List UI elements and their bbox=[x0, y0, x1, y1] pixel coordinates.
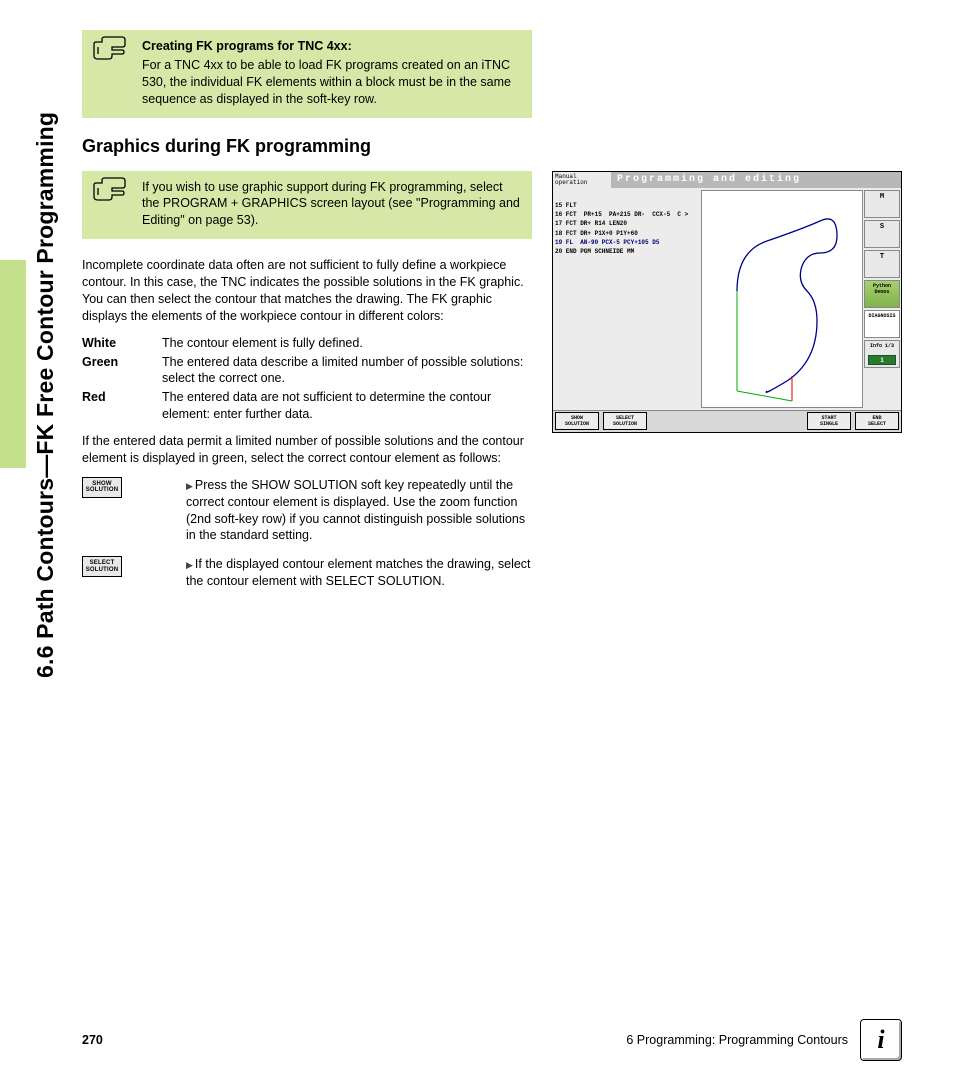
softkey-show-solution[interactable]: SHOWSOLUTION bbox=[82, 477, 122, 498]
info-icon[interactable]: Info 1/3 1 bbox=[864, 340, 900, 368]
page-number: 270 bbox=[82, 1033, 103, 1047]
note-title: Creating FK programs for TNC 4xx: bbox=[142, 38, 520, 55]
color-definitions: White The contour element is fully defin… bbox=[82, 335, 532, 423]
chapter-title: 6 Programming: Programming Contours bbox=[626, 1033, 848, 1047]
program-listing: 15 FLT 16 FCT PR+15 PA+215 DR- CCX-5 C >… bbox=[555, 192, 697, 266]
def-text: The entered data are not sufficient to d… bbox=[162, 389, 532, 423]
fk-graphic-panel bbox=[701, 190, 863, 408]
side-tab bbox=[0, 260, 26, 468]
m-icon[interactable]: M bbox=[864, 190, 900, 218]
def-term: Green bbox=[82, 354, 162, 388]
step-text: Press the SHOW SOLUTION soft key repeate… bbox=[186, 478, 525, 543]
arrow-icon: ▶ bbox=[186, 559, 193, 571]
tnc-screenshot: Manualoperation Programming and editing … bbox=[552, 171, 902, 433]
section-heading: Graphics during FK programming bbox=[82, 136, 902, 157]
python-icon[interactable]: PythonDemos bbox=[864, 280, 900, 308]
right-icons-column: M S T PythonDemos DIAGNOSIS Info 1/3 1 bbox=[864, 190, 900, 368]
def-row: Red The entered data are not sufficient … bbox=[82, 389, 532, 423]
def-text: The entered data describe a limited numb… bbox=[162, 354, 532, 388]
screen-title: Programming and editing bbox=[611, 172, 901, 188]
info-button[interactable]: i bbox=[860, 1019, 902, 1061]
page-footer: 270 6 Programming: Programming Contours … bbox=[82, 1019, 902, 1061]
softkey-row: SHOWSOLUTION SELECTSOLUTION STARTSINGLE … bbox=[553, 410, 901, 432]
def-text: The contour element is fully defined. bbox=[162, 335, 532, 352]
note-body: If you wish to use graphic support durin… bbox=[142, 180, 520, 228]
softkey-show-solution[interactable]: SHOWSOLUTION bbox=[555, 412, 599, 430]
softkey-select-solution[interactable]: SELECTSOLUTION bbox=[603, 412, 647, 430]
note-box-2: If you wish to use graphic support durin… bbox=[82, 171, 532, 240]
def-term: White bbox=[82, 335, 162, 352]
paragraph: Incomplete coordinate data often are not… bbox=[82, 257, 532, 325]
info-pager[interactable]: 1 bbox=[868, 355, 896, 365]
def-term: Red bbox=[82, 389, 162, 423]
step-text: If the displayed contour element matches… bbox=[186, 557, 531, 588]
softkey-select-solution[interactable]: SELECTSOLUTION bbox=[82, 556, 122, 577]
s-icon[interactable]: S bbox=[864, 220, 900, 248]
softkey-end-select[interactable]: ENDSELECT bbox=[855, 412, 899, 430]
diagnosis-icon[interactable]: DIAGNOSIS bbox=[864, 310, 900, 338]
pointing-hand-icon bbox=[92, 36, 128, 64]
step-row: SHOWSOLUTION ▶Press the SHOW SOLUTION so… bbox=[82, 477, 532, 545]
paragraph: If the entered data permit a limited num… bbox=[82, 433, 532, 467]
softkey-start-single[interactable]: STARTSINGLE bbox=[807, 412, 851, 430]
def-row: White The contour element is fully defin… bbox=[82, 335, 532, 352]
pointing-hand-icon bbox=[92, 177, 128, 205]
note-body: For a TNC 4xx to be able to load FK prog… bbox=[142, 58, 511, 106]
page-content: Creating FK programs for TNC 4xx: For a … bbox=[82, 30, 902, 602]
arrow-icon: ▶ bbox=[186, 480, 193, 492]
note-box-1: Creating FK programs for TNC 4xx: For a … bbox=[82, 30, 532, 118]
def-row: Green The entered data describe a limite… bbox=[82, 354, 532, 388]
mode-label: Manualoperation bbox=[555, 174, 587, 187]
step-row: SELECTSOLUTION ▶If the displayed contour… bbox=[82, 556, 532, 590]
t-icon[interactable]: T bbox=[864, 250, 900, 278]
side-section-heading: 6.6 Path Contours—FK Free Contour Progra… bbox=[32, 112, 59, 678]
